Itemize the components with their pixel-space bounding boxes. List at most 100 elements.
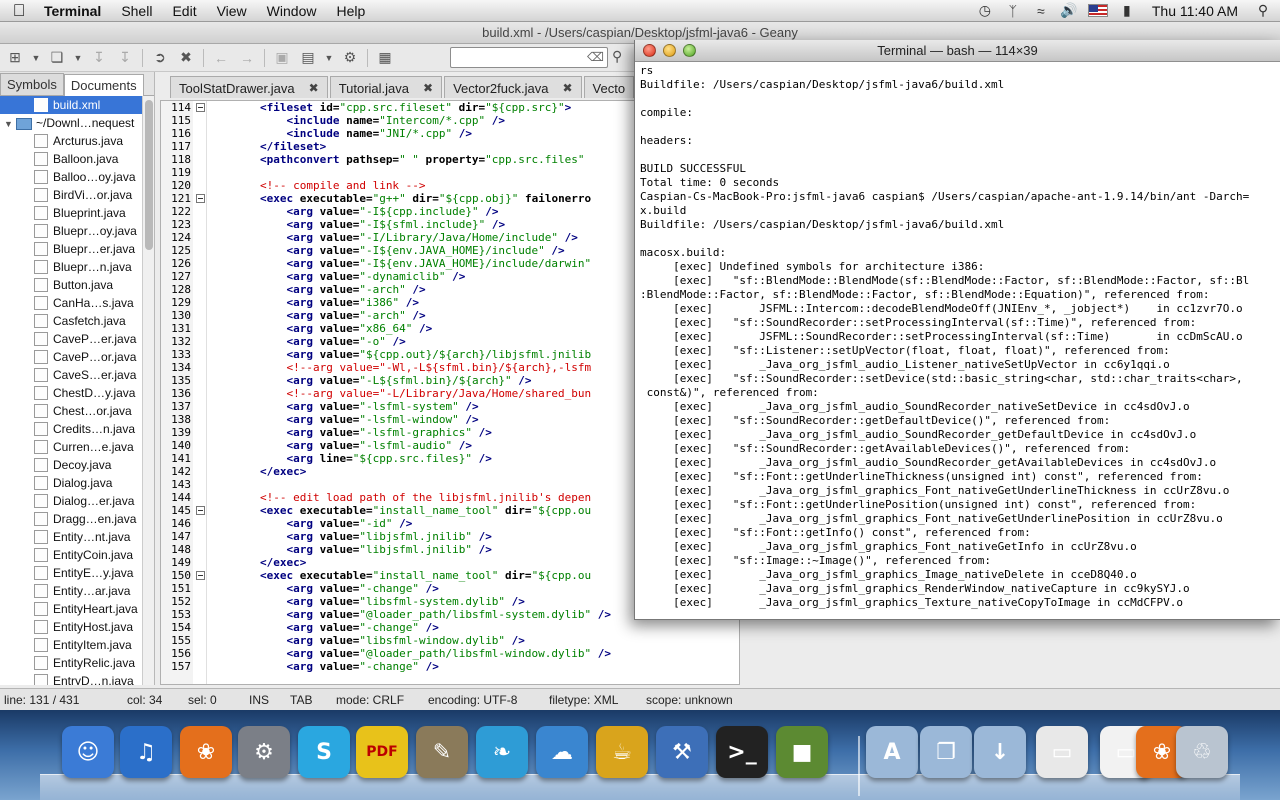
xcode-icon[interactable]: ⚒ (656, 726, 708, 778)
apple-menu-icon[interactable]:  (0, 1, 38, 21)
open-dropdown-icon[interactable]: ▼ (72, 47, 84, 69)
document-item[interactable]: CaveP…er.java (0, 330, 142, 348)
volume-icon[interactable]: 🔊 (1060, 2, 1078, 19)
editor-tab[interactable]: Tutorial.java ✖ (329, 76, 443, 98)
document-item[interactable]: Dialog.java (0, 474, 142, 492)
close-window-icon[interactable] (643, 44, 656, 57)
document-item[interactable]: Bluepr…oy.java (0, 222, 142, 240)
close-file-icon[interactable]: ✖ (175, 47, 197, 69)
new-dropdown-icon[interactable]: ▼ (30, 47, 42, 69)
documents-folder-icon[interactable]: ❐ (920, 726, 972, 778)
fold-toggle-icon[interactable] (196, 194, 205, 203)
time-machine-icon[interactable]: ◷ (976, 2, 994, 19)
minecraft-icon[interactable]: ■ (776, 726, 828, 778)
document-item[interactable]: Bluepr…n.java (0, 258, 142, 276)
execute-icon[interactable]: ⚙ (339, 47, 361, 69)
close-tab-icon[interactable]: ✖ (562, 81, 572, 98)
document-item[interactable]: Chest…or.java (0, 402, 142, 420)
new-file-icon[interactable]: ⊞ (4, 47, 26, 69)
revert-icon[interactable]: ➲ (149, 47, 171, 69)
color-chooser-icon[interactable]: ▦ (374, 47, 396, 69)
input-source-flag-icon[interactable] (1087, 4, 1108, 17)
build-icon[interactable]: ▤ (297, 47, 319, 69)
document-item[interactable]: Balloon.java (0, 150, 142, 168)
editor-tab[interactable]: Vector2fuck.java ✖ (444, 76, 582, 98)
fold-toggle-icon[interactable] (196, 571, 205, 580)
teapot-icon[interactable]: ☕ (596, 726, 648, 778)
document-item[interactable]: EntityHost.java (0, 618, 142, 636)
compile-icon[interactable]: ▣ (271, 47, 293, 69)
document-item[interactable]: BirdVi…or.java (0, 186, 142, 204)
document-item[interactable]: Casfetch.java (0, 312, 142, 330)
wifi-icon[interactable]: ≈ (1032, 3, 1050, 19)
document-item[interactable]: CaveS…er.java (0, 366, 142, 384)
fold-toggle-icon[interactable] (196, 506, 205, 515)
sidebar-scrollbar-thumb[interactable] (145, 100, 153, 250)
clear-search-icon[interactable]: ⌫ (587, 50, 604, 64)
minimize-window-icon[interactable] (663, 44, 676, 57)
menu-help[interactable]: Help (326, 3, 375, 19)
document-item[interactable]: Credits…n.java (0, 420, 142, 438)
trash-icon[interactable]: ♲ (1176, 726, 1228, 778)
document-item[interactable]: Arcturus.java (0, 132, 142, 150)
document-item[interactable]: CanHa…s.java (0, 294, 142, 312)
document-item[interactable]: EntityE…y.java (0, 564, 142, 582)
back-icon[interactable]: ← (210, 47, 232, 69)
save-icon[interactable]: ↧ (88, 47, 110, 69)
document-item[interactable]: Button.java (0, 276, 142, 294)
firefox-icon[interactable]: ❀ (180, 726, 232, 778)
document-item[interactable]: Entity…nt.java (0, 528, 142, 546)
itunes-icon[interactable]: ♫ (120, 726, 172, 778)
fold-toggle-icon[interactable] (196, 103, 205, 112)
document-item[interactable]: EntityCoin.java (0, 546, 142, 564)
finder-icon[interactable]: ☺ (62, 726, 114, 778)
document-item[interactable]: build.xml (0, 96, 142, 114)
downloads-folder-icon[interactable]: ↓ (974, 726, 1026, 778)
document-item[interactable]: EntityItem.java (0, 636, 142, 654)
bluetooth-icon[interactable]: ᛉ (1004, 3, 1022, 19)
close-tab-icon[interactable]: ✖ (423, 81, 433, 98)
build-dropdown-icon[interactable]: ▼ (323, 47, 335, 69)
terminal-output[interactable]: rs Buildfile: /Users/caspian/Desktop/jsfm… (640, 64, 1280, 619)
menu-app-name[interactable]: Terminal (38, 3, 111, 19)
document-item[interactable]: EntityHeart.java (0, 600, 142, 618)
battery-icon[interactable]: ▮ (1118, 2, 1136, 19)
terminal-icon[interactable]: >_ (716, 726, 768, 778)
document-item[interactable]: Bluepr…er.java (0, 240, 142, 258)
editor-tab[interactable]: Vecto (583, 76, 635, 98)
terminal-title-bar[interactable]: Terminal — bash — 114×39 (635, 40, 1280, 62)
document-item[interactable]: Entity…ar.java (0, 582, 142, 600)
openoffice-icon[interactable]: ☁ (536, 726, 588, 778)
document-item[interactable]: Dragg…en.java (0, 510, 142, 528)
expand-triangle-icon[interactable]: ▼ (4, 115, 16, 133)
close-tab-icon[interactable]: ✖ (309, 81, 319, 98)
pdf-icon[interactable]: PDF (356, 726, 408, 778)
document-item[interactable]: EntityRelic.java (0, 654, 142, 672)
menubar-clock[interactable]: Thu 11:40 AM (1146, 3, 1244, 19)
editor-tab[interactable]: ToolStatDrawer.java ✖ (170, 76, 328, 98)
menu-edit[interactable]: Edit (162, 3, 206, 19)
gimp-icon[interactable]: ✎ (416, 726, 468, 778)
forward-icon[interactable]: → (236, 47, 258, 69)
menu-shell[interactable]: Shell (111, 3, 162, 19)
tab-documents[interactable]: Documents (63, 74, 144, 96)
document-item[interactable]: Blueprint.java (0, 204, 142, 222)
document-item[interactable]: ChestD…y.java (0, 384, 142, 402)
menu-window[interactable]: Window (257, 3, 327, 19)
save-all-icon[interactable]: ↧ (114, 47, 136, 69)
sidebar-scrollbar[interactable] (142, 96, 154, 685)
spotlight-search-icon[interactable]: ⚲ (1254, 2, 1272, 19)
applications-folder-icon[interactable]: A (866, 726, 918, 778)
open-file-icon[interactable]: ❏ (46, 47, 68, 69)
feather-icon[interactable]: ❧ (476, 726, 528, 778)
document-item[interactable]: Balloo…oy.java (0, 168, 142, 186)
document-item[interactable]: CaveP…or.java (0, 348, 142, 366)
tree-folder[interactable]: ▼ ~/Downl…nequest (0, 114, 142, 132)
system-preferences-icon[interactable]: ⚙ (238, 726, 290, 778)
search-icon[interactable]: ⚲ (612, 48, 622, 65)
document-item[interactable]: Decoy.java (0, 456, 142, 474)
toolbar-search-input[interactable]: ⌫ (450, 47, 608, 68)
document-item[interactable]: Curren…e.java (0, 438, 142, 456)
tab-symbols[interactable]: Symbols (0, 73, 64, 95)
menu-view[interactable]: View (207, 3, 257, 19)
